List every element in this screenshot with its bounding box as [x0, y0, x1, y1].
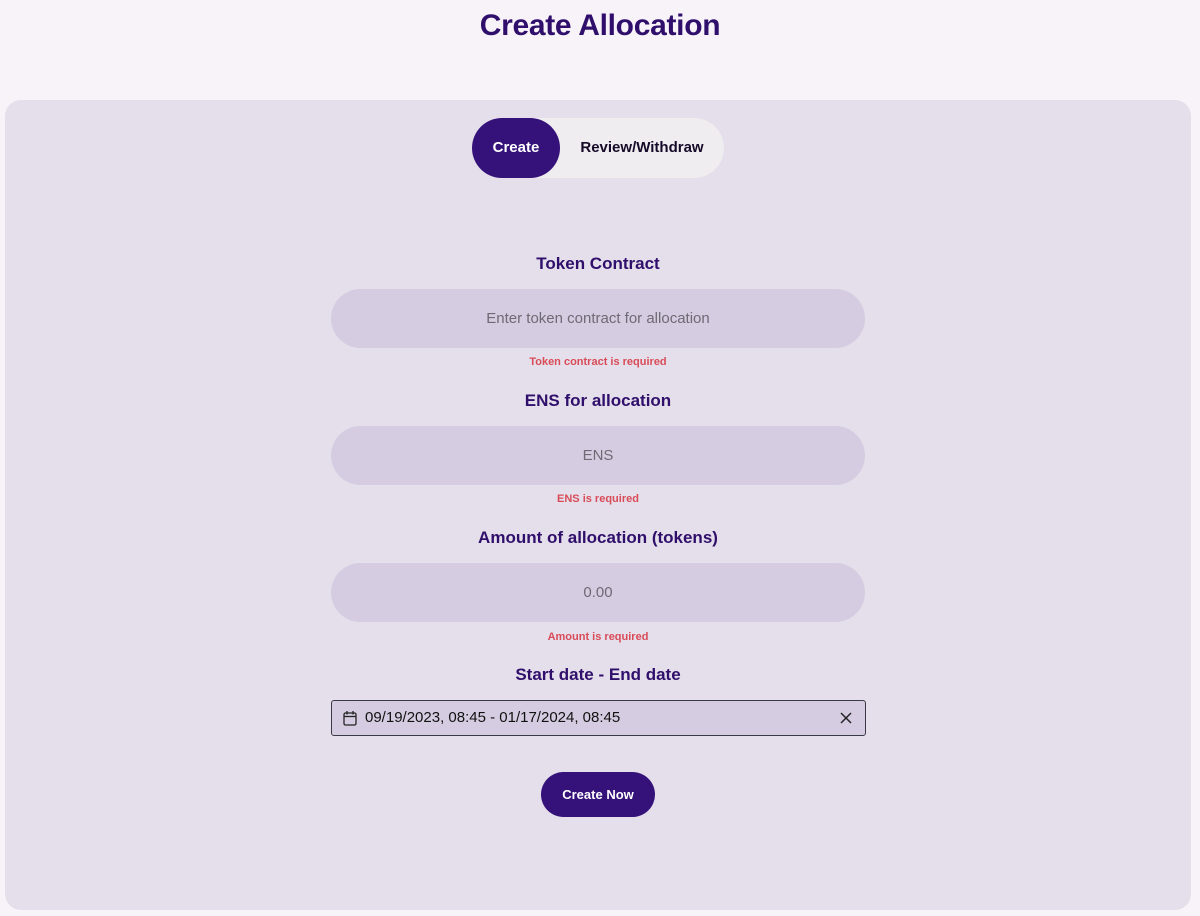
ens-label: ENS for allocation [524, 391, 672, 410]
amount-label: Amount of allocation (tokens) [478, 528, 718, 547]
amount-error: Amount is required [547, 631, 649, 643]
create-now-button[interactable]: Create Now [541, 772, 655, 817]
page-title: Create Allocation [479, 9, 721, 42]
tab-create[interactable]: Create [472, 118, 560, 178]
calendar-icon [343, 711, 357, 726]
date-range-value: 09/19/2023, 08:45 - 01/17/2024, 08:45 [365, 709, 621, 726]
date-range-label: Start date - End date [515, 665, 681, 684]
ens-input[interactable] [331, 426, 865, 485]
amount-input[interactable] [331, 563, 865, 622]
date-range-picker[interactable]: 09/19/2023, 08:45 - 01/17/2024, 08:45 [331, 700, 866, 736]
ens-error: ENS is required [557, 493, 639, 505]
close-icon[interactable] [839, 711, 853, 725]
mode-toggle: Create Review/Withdraw [472, 118, 724, 178]
tab-review-withdraw[interactable]: Review/Withdraw [564, 118, 720, 178]
token-contract-label: Token Contract [536, 254, 660, 273]
token-contract-error: Token contract is required [529, 356, 667, 368]
token-contract-input[interactable] [331, 289, 865, 348]
